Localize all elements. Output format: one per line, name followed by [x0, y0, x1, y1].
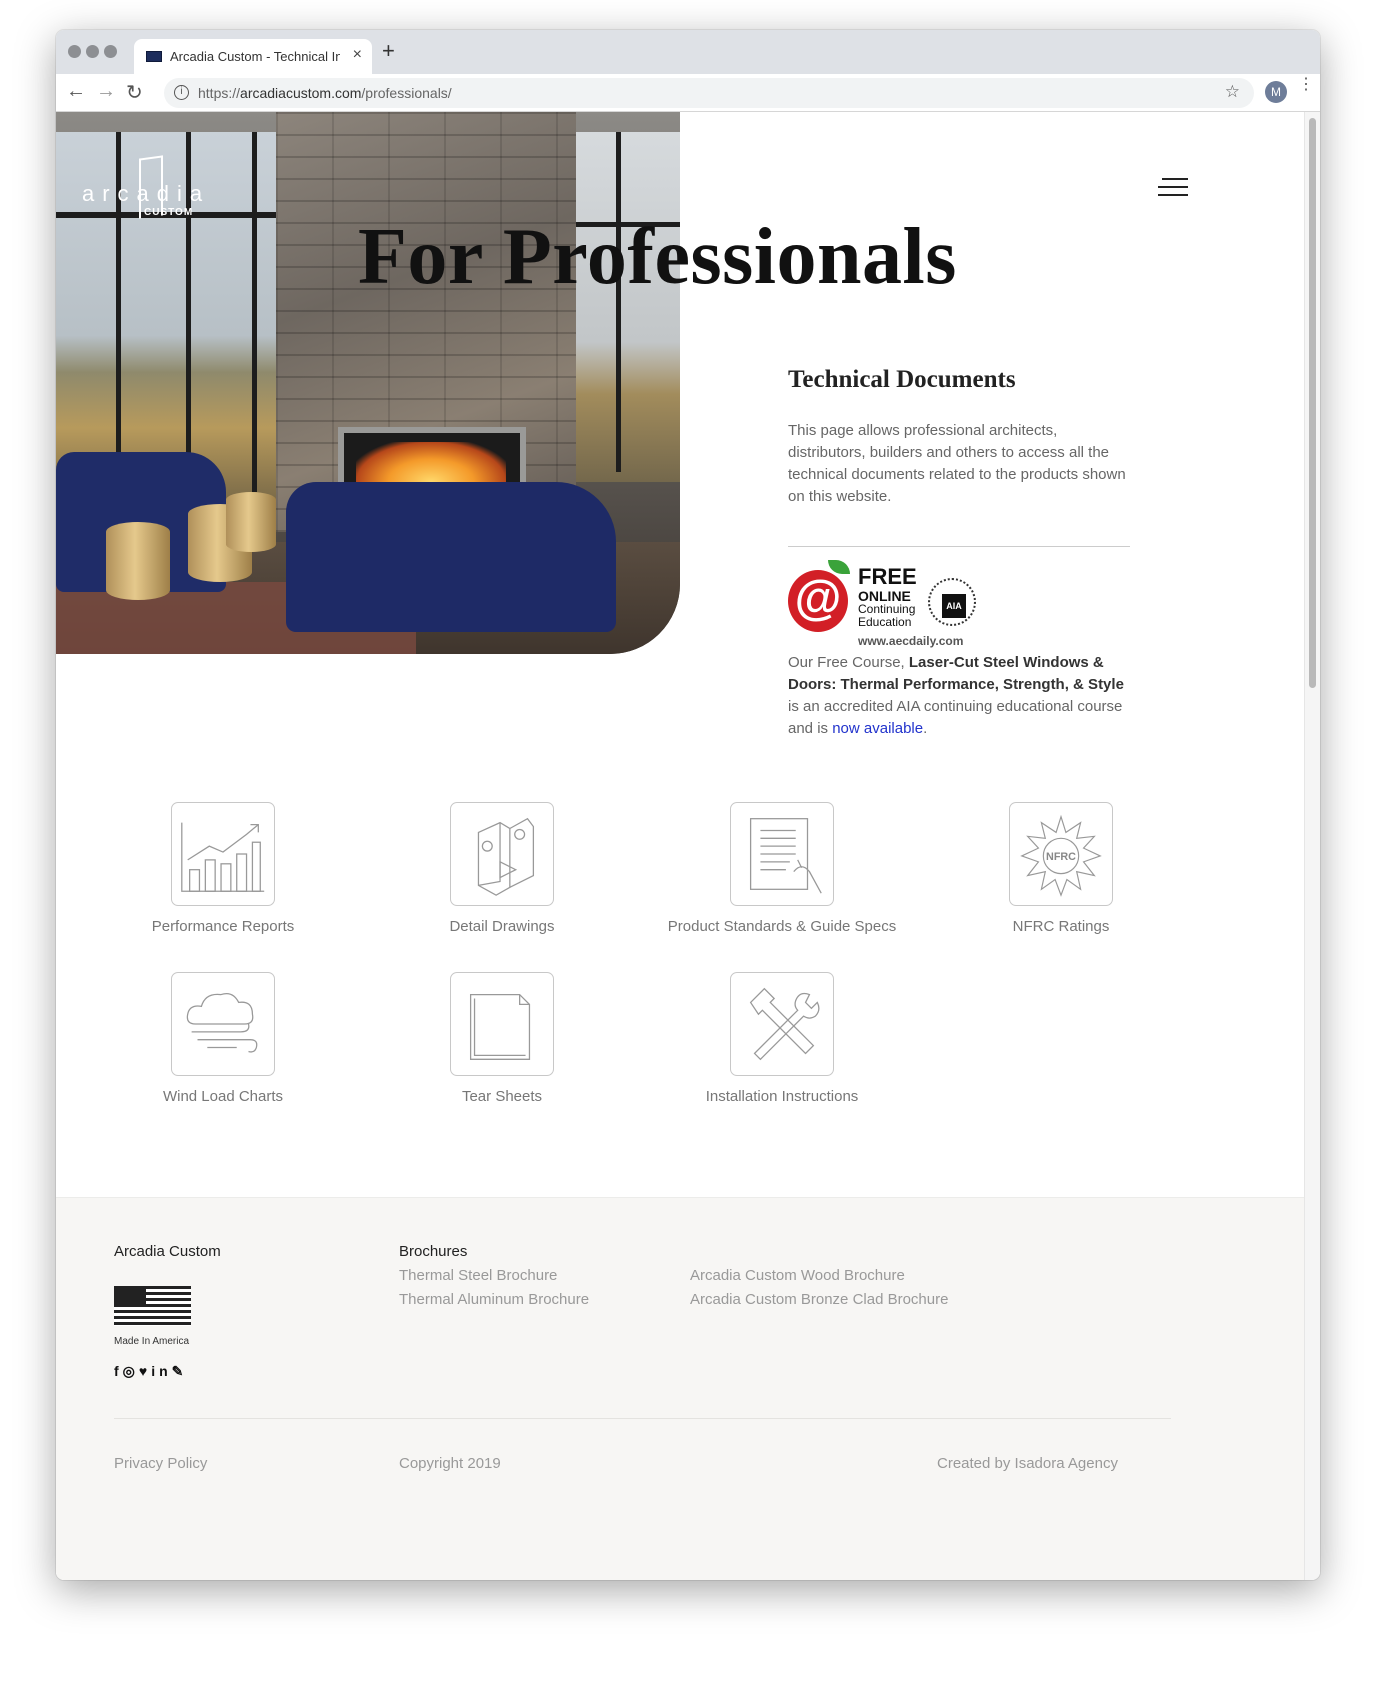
doc-detail-drawings[interactable]: Detail Drawings [382, 802, 622, 935]
privacy-policy-link[interactable]: Privacy Policy [114, 1455, 207, 1472]
pages-icon [450, 972, 554, 1076]
browser-window: Arcadia Custom - Technical Inf × + ← → ↻… [56, 30, 1320, 1580]
side-table [106, 522, 170, 600]
divider [788, 546, 1130, 547]
scrollbar-thumb[interactable] [1309, 118, 1316, 688]
bar-chart-icon [171, 802, 275, 906]
at-symbol-icon: @ [788, 570, 848, 632]
document-hand-icon [730, 802, 834, 906]
tools-icon [730, 972, 834, 1076]
page-title: For Professionals [358, 213, 957, 301]
browser-tab[interactable]: Arcadia Custom - Technical Inf × [134, 39, 372, 74]
new-tab-button[interactable]: + [382, 38, 395, 64]
agency-credit-link[interactable]: Created by Isadora Agency [937, 1455, 1118, 1472]
course-prefix: Our Free Course, [788, 654, 909, 671]
side-table [226, 492, 276, 552]
doc-label: Tear Sheets [461, 1088, 543, 1105]
url-host: arcadiacustom.com [240, 85, 362, 101]
brochure-link[interactable]: Thermal Steel Brochure [399, 1267, 557, 1284]
cloud-wind-icon [171, 972, 275, 1076]
back-button[interactable]: ← [66, 80, 86, 103]
forward-button[interactable]: → [96, 80, 116, 103]
now-available-link[interactable]: now available [832, 720, 923, 737]
sofa [286, 482, 616, 632]
reload-button[interactable]: ↻ [126, 80, 143, 105]
brochures-heading: Brochures [399, 1243, 468, 1260]
footer-brand: Arcadia Custom [114, 1243, 221, 1260]
hamburger-menu-icon[interactable] [1158, 178, 1188, 198]
arcadia-logo[interactable]: arcadia CUSTOM [82, 155, 202, 219]
course-suffix: . [923, 720, 928, 737]
doc-tear-sheets[interactable]: Tear Sheets [382, 972, 622, 1105]
profile-avatar[interactable]: M [1265, 81, 1287, 103]
address-bar[interactable]: i https://arcadiacustom.com/professional… [164, 78, 1254, 108]
brochure-link[interactable]: Thermal Aluminum Brochure [399, 1291, 589, 1308]
aia-logo: AIA [942, 594, 966, 618]
site-footer: Arcadia Custom Made In America f◎♥in✎ Br… [56, 1197, 1304, 1580]
doc-label: Detail Drawings [449, 918, 555, 935]
technical-documents-description: This page allows professional architects… [788, 422, 1126, 505]
url-text[interactable]: https://arcadiacustom.com/professionals/ [198, 85, 452, 101]
logo-text: arcadia [82, 181, 211, 206]
doc-performance-reports[interactable]: Performance Reports [103, 802, 343, 935]
browser-toolbar: ← → ↻ i https://arcadiacustom.com/profes… [56, 74, 1320, 112]
brochure-link[interactable]: Arcadia Custom Wood Brochure [690, 1267, 905, 1284]
close-window-button[interactable] [68, 45, 81, 58]
minimize-window-button[interactable] [86, 45, 99, 58]
brochure-link[interactable]: Arcadia Custom Bronze Clad Brochure [690, 1291, 948, 1308]
doc-label: NFRC Ratings [1012, 918, 1110, 935]
tab-close-icon[interactable]: × [353, 46, 362, 64]
tab-bar: Arcadia Custom - Technical Inf × + [56, 30, 1320, 74]
doc-label: Wind Load Charts [162, 1088, 284, 1105]
logo-subtext: CUSTOM [144, 207, 194, 218]
social-icons[interactable]: f◎♥in✎ [114, 1363, 187, 1380]
url-path: /professionals/ [361, 85, 452, 101]
aecdaily-logo[interactable]: @ FREE ONLINE Continuing Education AIA ww… [788, 560, 978, 650]
site-info-icon[interactable]: i [174, 85, 189, 100]
page-content: arcadia CUSTOM For Professionals Technic… [56, 112, 1304, 1580]
doc-wind-load-charts[interactable]: Wind Load Charts [103, 972, 343, 1105]
vertical-scrollbar[interactable] [1304, 112, 1320, 1580]
aec-free-text: FREE [858, 564, 917, 589]
footer-divider [114, 1418, 1171, 1419]
aec-education: Education [858, 615, 912, 629]
made-in-america-text: Made In America [114, 1336, 190, 1347]
fire-flame [356, 442, 506, 486]
browser-menu-icon[interactable]: ⋮ [1298, 77, 1314, 93]
profile-drawing-icon [450, 802, 554, 906]
tab-title: Arcadia Custom - Technical Inf [170, 49, 340, 64]
doc-label: Product Standards & Guide Specs [667, 918, 897, 935]
favicon-icon [146, 51, 162, 62]
aec-url-text: www.aecdaily.com [858, 634, 964, 648]
aec-continuing: Continuing [858, 602, 916, 616]
doc-installation-instructions[interactable]: Installation Instructions [662, 972, 902, 1105]
copyright-text: Copyright 2019 [399, 1455, 501, 1472]
url-scheme: https:// [198, 85, 241, 101]
bookmark-star-icon[interactable]: ☆ [1225, 82, 1240, 102]
doc-label: Installation Instructions [705, 1088, 859, 1105]
doc-product-standards[interactable]: Product Standards & Guide Specs [662, 802, 902, 935]
course-description: Our Free Course, Laser-Cut Steel Windows… [788, 652, 1133, 740]
doc-label: Performance Reports [151, 918, 295, 935]
technical-documents-heading: Technical Documents [788, 366, 1016, 393]
maximize-window-button[interactable] [104, 45, 117, 58]
nfrc-seal-icon: NFRC [1009, 802, 1113, 906]
aec-continuing-text: Continuing Education [858, 603, 915, 629]
doc-nfrc-ratings[interactable]: NFRC NFRC Ratings [941, 802, 1181, 935]
window-view [576, 132, 680, 482]
window-mullion [252, 132, 257, 492]
american-flag-icon [114, 1286, 191, 1326]
nfrc-seal-text: NFRC [1046, 851, 1076, 863]
